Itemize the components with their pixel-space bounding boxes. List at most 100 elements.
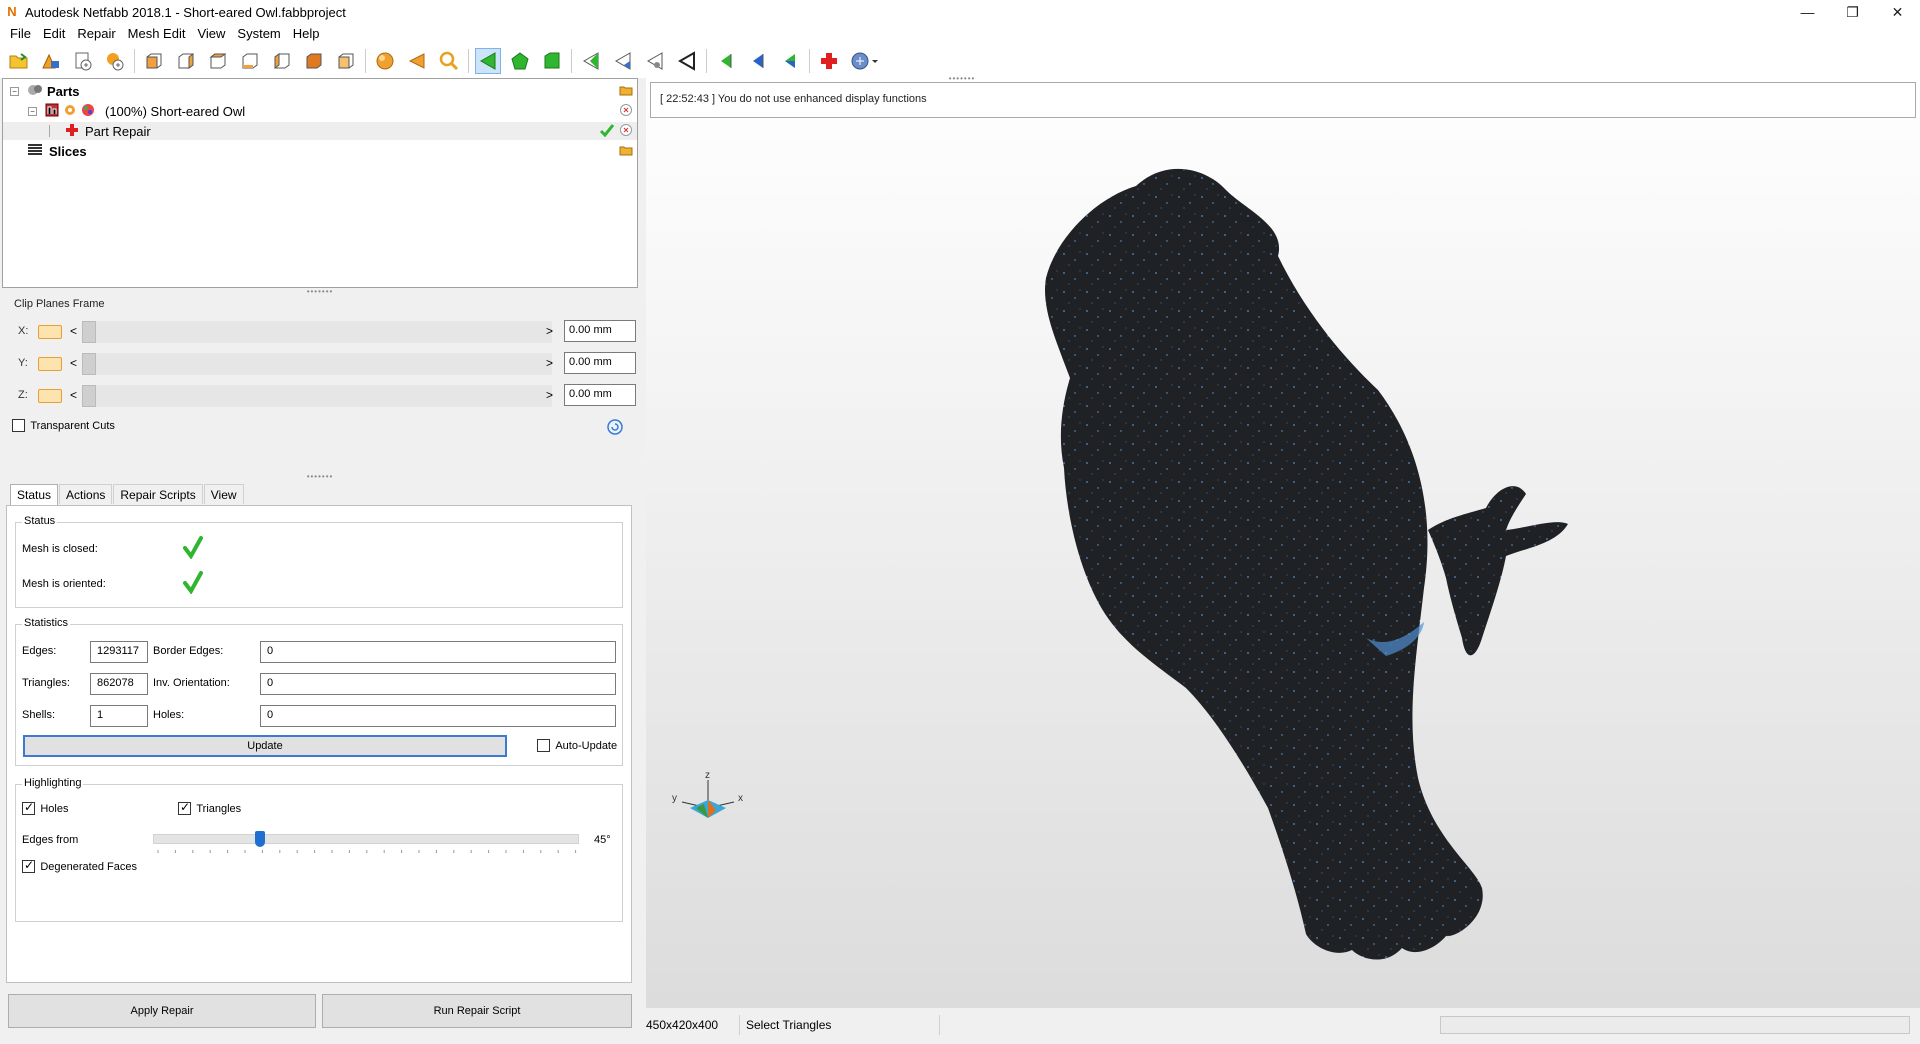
tab-view[interactable]: View xyxy=(203,484,244,504)
run-repair-script-button[interactable]: Run Repair Script xyxy=(322,994,632,1028)
close-icon[interactable]: ✕ xyxy=(1875,0,1920,24)
clip-x-thumb[interactable] xyxy=(82,321,96,343)
auto-update-option[interactable]: Auto-Update xyxy=(537,738,617,753)
clip-x-toggle[interactable] xyxy=(38,325,62,339)
minimize-icon[interactable]: — xyxy=(1785,0,1830,24)
triangles-option[interactable]: Triangles xyxy=(178,800,241,816)
clip-x-label: X: xyxy=(18,325,29,337)
triangle-mode-icon[interactable] xyxy=(642,48,668,74)
clip-y-thumb[interactable] xyxy=(82,353,96,375)
owl-model[interactable] xyxy=(646,78,1920,1008)
move-left-icon[interactable] xyxy=(404,48,430,74)
add-mesh-icon[interactable] xyxy=(102,48,128,74)
menu-help[interactable]: Help xyxy=(287,24,326,44)
degenerated-faces-checkbox[interactable] xyxy=(22,858,35,874)
zoom-icon[interactable] xyxy=(436,48,462,74)
reset-clip-icon[interactable] xyxy=(606,418,624,439)
repair-cross-icon xyxy=(65,123,79,140)
edges-from-slider[interactable] xyxy=(153,834,579,844)
status-group-title: Status xyxy=(22,515,58,527)
clip-z-toggle[interactable] xyxy=(38,389,62,403)
menu-repair[interactable]: Repair xyxy=(71,24,121,44)
folder-icon[interactable] xyxy=(619,144,633,159)
view-left-icon[interactable] xyxy=(205,48,231,74)
clip-z-slider[interactable] xyxy=(82,385,552,407)
collapse-icon[interactable]: − xyxy=(10,86,19,96)
clip-z-decrease[interactable]: < xyxy=(70,388,77,402)
view-front-icon[interactable] xyxy=(141,48,167,74)
clip-x-value[interactable]: 0.00 mm xyxy=(564,320,636,342)
clip-planes-frame: Clip Planes Frame X: < > 0.00 mm Y: < > … xyxy=(6,296,636,462)
splitter-handle[interactable]: ••••••• xyxy=(305,288,335,296)
shells-label: Shells: xyxy=(22,709,56,721)
holes-option[interactable]: Holes xyxy=(22,800,69,816)
clip-y-value[interactable]: 0.00 mm xyxy=(564,352,636,374)
menu-view[interactable]: View xyxy=(191,24,231,44)
prev-green-icon[interactable] xyxy=(713,48,739,74)
cancel-circle-icon[interactable] xyxy=(619,123,633,140)
tree-row-slices[interactable]: Slices xyxy=(3,142,637,160)
transparent-cuts-option[interactable]: Transparent Cuts xyxy=(12,418,115,433)
select-triangles-icon[interactable] xyxy=(475,48,501,74)
tree-row-parts[interactable]: − Parts xyxy=(3,82,637,100)
edges-from-thumb[interactable] xyxy=(254,831,265,847)
view-top-icon[interactable] xyxy=(269,48,295,74)
menu-file[interactable]: File xyxy=(4,24,37,44)
clip-z-value[interactable]: 0.00 mm xyxy=(564,384,636,406)
menu-edit[interactable]: Edit xyxy=(37,24,71,44)
prev-blue-icon[interactable] xyxy=(745,48,771,74)
apply-check-icon[interactable] xyxy=(599,123,615,140)
clip-z-thumb[interactable] xyxy=(82,385,96,407)
restore-icon[interactable]: ❐ xyxy=(1830,0,1875,24)
clip-x-slider[interactable] xyxy=(82,321,552,343)
degenerated-faces-option[interactable]: Degenerated Faces xyxy=(22,858,137,874)
clip-y-slider[interactable] xyxy=(82,353,552,375)
holes-option-label: Holes xyxy=(40,803,69,815)
edge-select-icon[interactable] xyxy=(578,48,604,74)
select-surface-icon[interactable] xyxy=(507,48,533,74)
shells-value: 1 xyxy=(90,705,148,727)
view-right-icon[interactable] xyxy=(237,48,263,74)
auto-update-checkbox[interactable] xyxy=(537,739,550,753)
tree-row-part-repair[interactable]: Part Repair xyxy=(3,122,637,140)
tab-actions[interactable]: Actions xyxy=(59,484,113,504)
apply-repair-button[interactable]: Apply Repair xyxy=(8,994,316,1028)
clip-y-decrease[interactable]: < xyxy=(70,356,77,370)
menu-system[interactable]: System xyxy=(231,24,286,44)
view-bottom-icon[interactable] xyxy=(301,48,327,74)
measure-dropdown-icon[interactable] xyxy=(848,48,882,74)
menu-mesh-edit[interactable]: Mesh Edit xyxy=(122,24,192,44)
folder-icon[interactable] xyxy=(619,84,633,99)
triangles-checkbox[interactable] xyxy=(178,800,191,816)
splitter-handle[interactable]: ••••••• xyxy=(305,473,335,481)
parts-row-actions xyxy=(619,84,633,99)
add-part-icon[interactable] xyxy=(38,48,64,74)
remove-circle-icon[interactable] xyxy=(619,103,633,120)
tab-status[interactable]: Status xyxy=(10,484,59,506)
tree-row-part[interactable]: − (100%) Short-eared Owl xyxy=(3,102,637,120)
new-project-icon[interactable] xyxy=(70,48,96,74)
sphere-icon[interactable] xyxy=(372,48,398,74)
collapse-icon[interactable]: − xyxy=(28,106,37,116)
transparent-cuts-checkbox[interactable] xyxy=(12,419,25,433)
tab-repair-scripts[interactable]: Repair Scripts xyxy=(113,484,203,504)
clip-z-increase[interactable]: > xyxy=(546,388,553,402)
clip-x-decrease[interactable]: < xyxy=(70,324,77,338)
holes-checkbox[interactable] xyxy=(22,800,35,816)
clip-x-increase[interactable]: > xyxy=(546,324,553,338)
prev-mixed-icon[interactable] xyxy=(777,48,803,74)
axis-gizmo: z y x xyxy=(672,770,743,818)
open-folder-icon[interactable] xyxy=(6,48,32,74)
color-palette-icon[interactable] xyxy=(81,103,95,120)
view-iso-icon[interactable] xyxy=(333,48,359,74)
3d-viewport[interactable]: z y x xyxy=(646,78,1920,1008)
visibility-icon[interactable] xyxy=(63,103,77,120)
view-back-icon[interactable] xyxy=(173,48,199,74)
select-shell-icon[interactable] xyxy=(539,48,565,74)
add-triangle-icon[interactable] xyxy=(610,48,636,74)
triangle-outline-icon[interactable] xyxy=(674,48,700,74)
clip-y-increase[interactable]: > xyxy=(546,356,553,370)
repair-cross-icon[interactable] xyxy=(816,48,842,74)
update-button[interactable]: Update xyxy=(23,735,507,757)
clip-y-toggle[interactable] xyxy=(38,357,62,371)
